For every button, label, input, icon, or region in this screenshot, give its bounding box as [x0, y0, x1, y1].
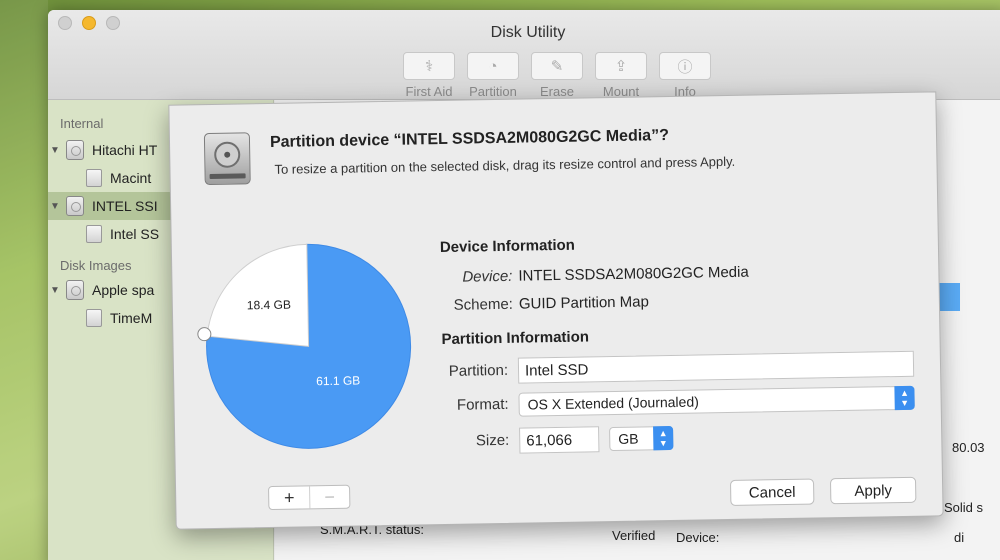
- first-aid-label: First Aid: [405, 84, 453, 99]
- sidebar-item-label: INTEL SSI: [92, 198, 158, 214]
- sheet-subtitle: To resize a partition on the selected di…: [274, 153, 736, 177]
- sidebar-header-internal: Internal: [60, 116, 104, 131]
- size-unit-popup[interactable]: GB ▲ ▼: [609, 425, 674, 452]
- popup-chevrons-icon: ▲ ▼: [653, 425, 674, 451]
- scheme-label: Scheme:: [453, 295, 514, 314]
- volume-icon: [86, 309, 102, 327]
- sidebar-item-label: Macint: [110, 170, 152, 186]
- disclosure-triangle-icon[interactable]: ▼: [48, 285, 62, 296]
- size-unit-value: GB: [618, 430, 639, 447]
- remove-partition-button[interactable]: −: [309, 485, 350, 509]
- device-label-bg: Device:: [676, 530, 720, 545]
- partition-label: Partition:: [448, 361, 509, 380]
- hard-disk-icon: [66, 196, 84, 216]
- window-titlebar: Disk Utility ⚕ First Aid ◔ Partition ✎ E…: [48, 10, 1000, 100]
- sidebar-header-disk-images: Disk Images: [60, 258, 132, 273]
- erase-button[interactable]: ✎ Erase: [528, 52, 586, 99]
- first-aid-button[interactable]: ⚕ First Aid: [400, 52, 458, 99]
- sidebar-item-label: Hitachi HT: [92, 142, 158, 158]
- mount-button[interactable]: ⇪ Mount: [592, 52, 650, 99]
- partition-button[interactable]: ◔ Partition: [464, 52, 522, 99]
- partition-icon: ◔: [488, 57, 498, 75]
- mount-icon: ⇪: [614, 58, 628, 75]
- disclosure-triangle-icon[interactable]: ▼: [48, 145, 62, 156]
- sheet-title: Partition device “INTEL SSDSA2M080G2GC M…: [269, 127, 670, 151]
- add-partition-button[interactable]: +: [269, 486, 309, 509]
- add-remove-control: + −: [268, 484, 351, 511]
- info-button[interactable]: ⓘ Info: [656, 52, 714, 99]
- popup-chevrons-icon: ▲ ▼: [894, 385, 915, 411]
- size-input[interactable]: [519, 426, 600, 454]
- sidebar-item-label: TimeM: [110, 310, 153, 326]
- toolbar: ⚕ First Aid ◔ Partition ✎ Erase ⇪ Mount …: [400, 52, 714, 99]
- pie-used-label: 61.1 GB: [316, 373, 361, 389]
- device-label: Device:: [462, 267, 513, 286]
- scheme-value: GUID Partition Map: [518, 293, 650, 313]
- device-information-heading: Device Information: [439, 236, 576, 257]
- partition-label: Partition: [469, 84, 517, 99]
- partition-pie-chart[interactable]: 18.4 GB 61.1 GB: [202, 240, 416, 454]
- info-icon: ⓘ: [677, 58, 693, 76]
- size-label: Size:: [475, 431, 510, 450]
- window-title: Disk Utility: [490, 24, 566, 41]
- apply-button[interactable]: Apply: [829, 476, 917, 505]
- format-popup[interactable]: OS X Extended (Journaled) ▲ ▼: [518, 385, 915, 417]
- partition-name-input[interactable]: [517, 350, 915, 384]
- sidebar-item-label: Intel SS: [110, 226, 160, 242]
- disclosure-triangle-icon[interactable]: ▼: [48, 201, 62, 212]
- device-value: INTEL SSDSA2M080G2GC Media: [518, 263, 749, 285]
- volume-icon: [86, 225, 102, 243]
- cancel-button[interactable]: Cancel: [729, 478, 815, 506]
- capacity-value: 80.03: [952, 440, 985, 455]
- device-value-bg: di: [954, 530, 965, 545]
- disk-image-icon: [66, 280, 84, 300]
- stethoscope-icon: ⚕: [424, 58, 434, 75]
- format-label: Format:: [456, 395, 509, 414]
- format-value: OS X Extended (Journaled): [527, 393, 699, 413]
- type-value: Solid s: [944, 500, 984, 515]
- sidebar-item-label: Apple spa: [92, 282, 155, 298]
- smart-status-value: Verified: [612, 528, 656, 543]
- pie-slice-free[interactable]: [206, 243, 310, 348]
- erase-icon: ✎: [550, 58, 564, 75]
- partition-information-heading: Partition Information: [441, 328, 590, 349]
- pie-free-label: 18.4 GB: [246, 297, 292, 313]
- partition-sheet: Partition device “INTEL SSDSA2M080G2GC M…: [168, 91, 944, 530]
- hard-disk-icon: [66, 140, 84, 160]
- volume-icon: [86, 169, 102, 187]
- hard-drive-icon: [203, 132, 251, 186]
